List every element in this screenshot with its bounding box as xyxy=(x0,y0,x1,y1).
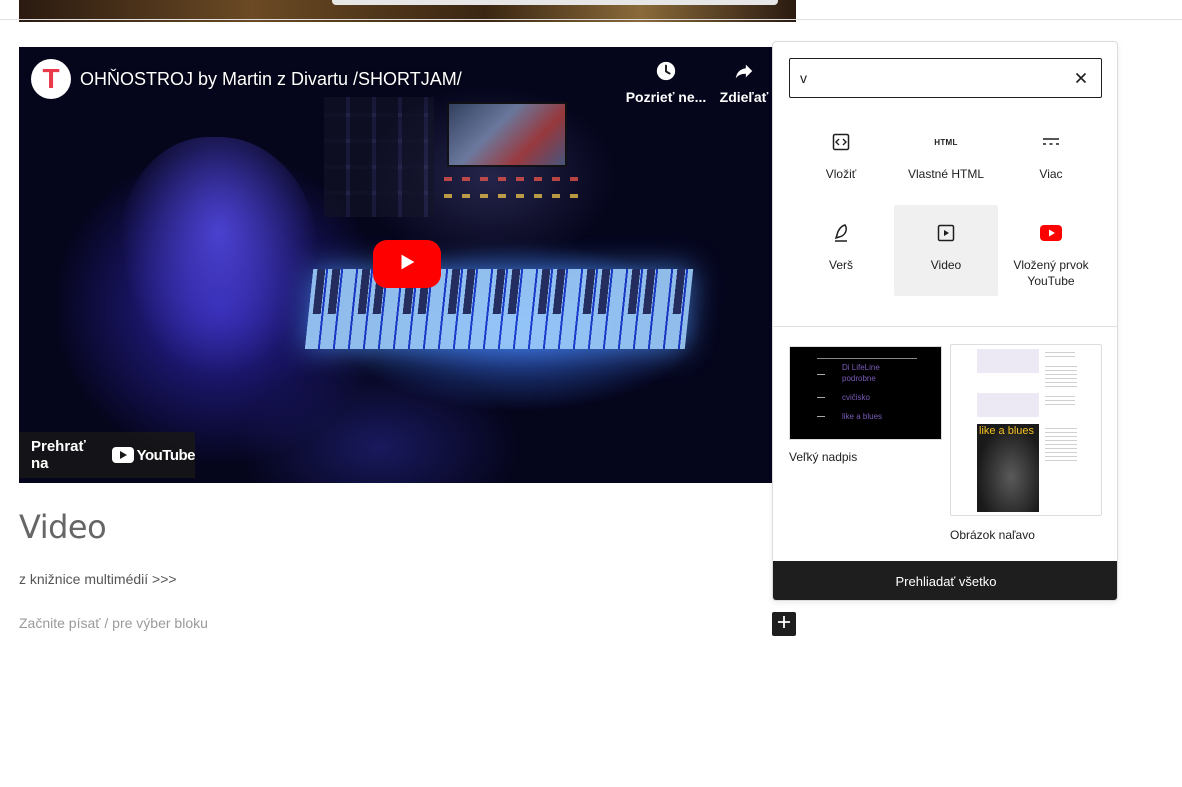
html-icon: HTML xyxy=(934,137,958,147)
top-divider xyxy=(0,19,1182,20)
block-item-embed[interactable]: Vložiť xyxy=(789,114,893,205)
preview-rule xyxy=(817,358,917,359)
panel-divider xyxy=(773,326,1117,327)
video-icon xyxy=(934,221,958,245)
browse-all-button[interactable]: Prehliadať všetko xyxy=(773,561,1117,600)
block-placeholder[interactable]: Začnite písať / pre výber bloku xyxy=(19,615,208,631)
block-item-label: Vložiť xyxy=(825,167,857,181)
preview-text xyxy=(1045,427,1077,461)
play-button[interactable] xyxy=(373,240,441,288)
pattern-label: Obrázok naľavo xyxy=(950,528,1035,542)
video-frame-screen xyxy=(447,102,567,167)
youtube-play-icon xyxy=(111,447,134,463)
media-library-link[interactable]: z knižnice multimédií >>> xyxy=(19,571,177,587)
pattern-large-heading[interactable]: Di LifeLine podrobne cvičisko like a blu… xyxy=(789,346,942,464)
block-item-label: Vlastné HTML xyxy=(907,167,985,181)
preview-dash xyxy=(817,397,825,398)
preview-dash xyxy=(817,374,825,375)
preview-dash xyxy=(817,416,825,417)
share-label: Zdieľať xyxy=(719,89,769,105)
close-icon[interactable] xyxy=(1071,68,1091,88)
play-icon xyxy=(396,251,418,278)
block-item-label: Vložený prvok YouTube xyxy=(1013,258,1089,288)
video-frame-black-keys xyxy=(312,269,688,314)
clock-icon xyxy=(654,59,678,83)
page-heading[interactable]: Video xyxy=(19,508,107,546)
block-item-more[interactable]: Viac xyxy=(999,114,1103,205)
poster-text: like a blues xyxy=(979,425,1035,437)
embed-icon xyxy=(829,130,853,154)
video-frame-leds xyxy=(444,177,584,181)
block-item-video[interactable]: Video xyxy=(894,205,998,296)
preview-text xyxy=(1045,393,1075,405)
add-block-button[interactable] xyxy=(772,612,796,636)
video-title[interactable]: OHŇOSTROJ by Martin z Divartu /SHORTJAM/ xyxy=(80,69,462,90)
plus-icon xyxy=(777,615,791,634)
youtube-logo: YouTube xyxy=(111,446,196,464)
watch-later-label: Pozrieť ne... xyxy=(625,89,707,105)
block-item-label: Verš xyxy=(828,258,853,272)
watch-later-button[interactable]: Pozrieť ne... xyxy=(626,59,706,105)
preview-block xyxy=(977,349,1039,373)
preview-row: Di LifeLine xyxy=(842,363,880,372)
block-results-grid: Vložiť HTML Vlastné HTML Viac Verš Video… xyxy=(789,114,1103,296)
preview-text xyxy=(1045,363,1077,387)
block-item-youtube-embed[interactable]: Vložený prvok YouTube xyxy=(999,205,1103,296)
youtube-icon xyxy=(1039,221,1063,245)
youtube-embed-preview[interactable]: T OHŇOSTROJ by Martin z Divartu /SHORTJA… xyxy=(19,47,796,483)
share-arrow-icon xyxy=(732,59,756,83)
youtube-wordmark: YouTube xyxy=(136,446,196,464)
video-frame-hand xyxy=(119,137,319,377)
pattern-preview: like a blues xyxy=(950,344,1102,516)
block-item-verse[interactable]: Verš xyxy=(789,205,893,296)
watch-on-label: Prehrať na xyxy=(31,438,86,472)
channel-avatar-letter: T xyxy=(42,63,60,94)
pattern-image-left[interactable]: like a blues Obrázok naľavo xyxy=(950,344,1102,542)
share-button[interactable]: Zdieľať xyxy=(709,59,779,105)
pattern-preview: Di LifeLine podrobne cvičisko like a blu… xyxy=(789,346,942,440)
video-frame-pads xyxy=(324,97,434,217)
feather-icon xyxy=(829,221,853,245)
channel-avatar[interactable]: T xyxy=(31,59,71,99)
more-icon xyxy=(1039,130,1063,154)
block-item-label: Viac xyxy=(1039,167,1063,181)
video-frame-leds xyxy=(444,194,584,198)
block-inserter-popover: Vložiť HTML Vlastné HTML Viac Verš xyxy=(772,41,1118,601)
preview-text xyxy=(1045,349,1075,357)
preview-poster-image: like a blues xyxy=(977,424,1039,512)
block-item-custom-html[interactable]: HTML Vlastné HTML xyxy=(894,114,998,205)
preview-row: podrobne xyxy=(842,374,876,383)
editor-page: T OHŇOSTROJ by Martin z Divartu /SHORTJA… xyxy=(0,0,1182,787)
block-item-label: Video xyxy=(930,258,962,272)
preview-row: like a blues xyxy=(842,412,883,421)
preview-row: cvičisko xyxy=(842,393,871,402)
block-search-box[interactable] xyxy=(789,58,1102,98)
top-toolbar xyxy=(332,0,778,5)
preview-block xyxy=(977,393,1039,417)
block-search-input[interactable] xyxy=(800,70,1071,86)
watch-on-youtube-button[interactable]: Prehrať na YouTube xyxy=(19,432,196,478)
pattern-label: Veľký nadpis xyxy=(789,450,858,464)
